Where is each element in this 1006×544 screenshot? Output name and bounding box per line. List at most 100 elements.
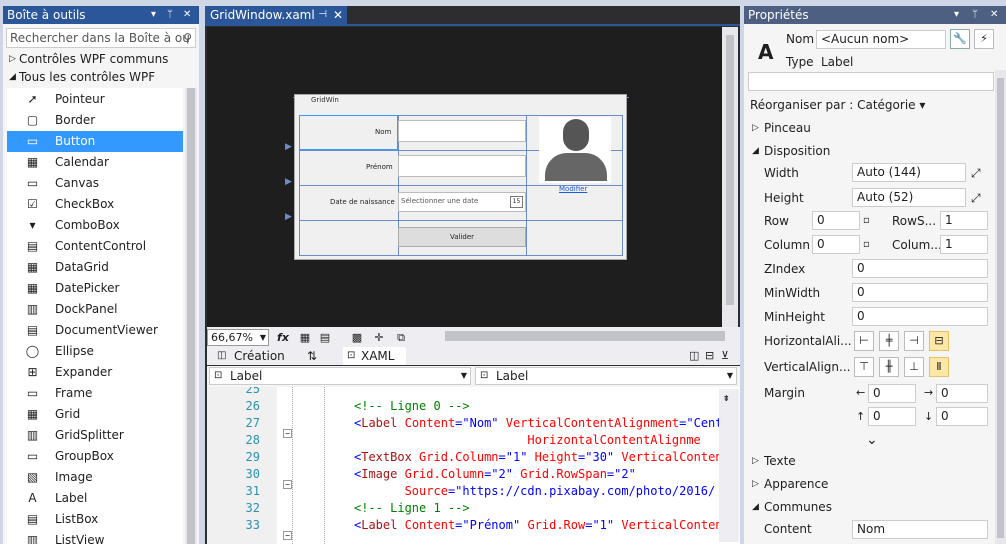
split-handle-icon[interactable]: ⇟ <box>723 391 730 404</box>
toolbox-item-listview[interactable]: ▥ ListView <box>7 530 183 544</box>
close-icon[interactable]: ✕ <box>990 6 998 24</box>
toolbox-item-ellipse[interactable]: ◯ Ellipse <box>7 341 183 362</box>
section-apparence[interactable]: ▷ Apparence <box>748 475 998 493</box>
align-top-icon[interactable]: ⊤ <box>854 357 874 377</box>
wrench-icon[interactable]: 🔧 <box>950 29 970 49</box>
minheight-input[interactable]: 0 <box>852 307 988 326</box>
modifier-link[interactable]: Modifier <box>559 185 587 193</box>
split-vertical-icon[interactable]: ◫ <box>689 347 699 365</box>
design-vscrollbar[interactable] <box>722 27 738 327</box>
arrange-by[interactable]: Réorganiser par : Catégorie ▾ <box>750 98 925 112</box>
code-line[interactable]: <Image Grid.Column="2" Grid.RowSpan="2" <box>354 466 636 483</box>
zindex-input[interactable]: 0 <box>852 259 988 278</box>
tab-xaml[interactable]: ⊡ XAML <box>343 347 407 365</box>
row-marker-icon[interactable]: ▶ <box>285 212 292 222</box>
valider-button[interactable]: Valider <box>398 227 526 247</box>
collapse-icon[interactable]: ⊻ <box>721 347 729 365</box>
category-common[interactable]: ▷ Contrôles WPF communs <box>5 50 185 69</box>
properties-search-input[interactable] <box>748 72 994 91</box>
toolbox-item-frame[interactable]: ▭ Frame <box>7 383 183 404</box>
toolbox-item-checkbox[interactable]: ☑ CheckBox <box>7 194 183 215</box>
scroll-thumb[interactable] <box>187 88 195 544</box>
name-input[interactable]: <Aucun nom> <box>816 30 946 49</box>
align-stretch-icon[interactable]: ⊟ <box>929 331 949 351</box>
code-vscrollbar[interactable]: ⇟ <box>719 389 739 542</box>
grid-icon[interactable]: ▦ <box>297 330 313 345</box>
toolbox-item-expander[interactable]: ⊞ Expander <box>7 362 183 383</box>
dropdown-icon[interactable]: ▾ <box>954 6 959 24</box>
collapse-icon[interactable]: − <box>283 480 292 489</box>
toolbox-item-pointeur[interactable]: ➚ Pointeur <box>7 89 183 110</box>
split-horizontal-icon[interactable]: ⊟ <box>705 347 714 365</box>
toolbox-search-input[interactable]: Rechercher dans la Boîte à ou ⚲ <box>6 28 196 48</box>
toolbox-item-dockpanel[interactable]: ▥ DockPanel <box>7 299 183 320</box>
code-line[interactable]: <!-- Ligne 1 --> <box>354 500 470 517</box>
section-disposition[interactable]: ◢ Disposition <box>748 142 998 160</box>
toolbox-item-button[interactable]: ▭ Button <box>7 131 183 152</box>
pin-icon[interactable]: ᛘ <box>167 6 173 24</box>
section-communes[interactable]: ◢ Communes <box>748 498 998 516</box>
toolbox-item-datagrid[interactable]: ▦ DataGrid <box>7 257 183 278</box>
toolbox-item-groupbox[interactable]: ▭ GroupBox <box>7 446 183 467</box>
design-hscrollbar[interactable] <box>445 331 725 341</box>
code-line[interactable]: <Label Content="Prénom" Grid.Row="1" Ver… <box>354 517 730 534</box>
lightning-icon[interactable]: ⚡ <box>974 29 994 49</box>
minwidth-input[interactable]: 0 <box>852 283 988 302</box>
layout-icon[interactable]: ▤ <box>317 330 333 345</box>
prenom-textbox[interactable] <box>398 155 526 177</box>
search-icon[interactable]: ⚲ <box>183 29 192 47</box>
section-texte[interactable]: ▷ Texte <box>748 452 998 470</box>
align-center-icon[interactable]: ╪ <box>879 331 899 351</box>
toolbox-item-datepicker[interactable]: ▦ DatePicker <box>7 278 183 299</box>
row-marker-icon[interactable]: ▶ <box>285 177 292 187</box>
toolbox-item-calendar[interactable]: ▦ Calendar <box>7 152 183 173</box>
row-input[interactable]: 0 <box>812 211 860 230</box>
xaml-code-editor[interactable]: − − − 25 26 <!-- Ligne 0 --> 27 <Label Conte… <box>207 387 740 544</box>
row-marker-icon[interactable]: ▶ <box>285 142 292 152</box>
calendar-icon[interactable]: 15 <box>510 196 523 208</box>
snap-grid-icon[interactable]: ▩ <box>349 330 365 345</box>
align-middle-icon[interactable]: ╫ <box>879 357 899 377</box>
toolbox-item-gridsplitter[interactable]: ▥ GridSplitter <box>7 425 183 446</box>
toolbox-scrollbar[interactable] <box>185 88 197 544</box>
column-input[interactable]: 0 <box>812 235 860 254</box>
toolbox-item-canvas[interactable]: ▭ Canvas <box>7 173 183 194</box>
dropdown-icon[interactable]: ▾ <box>151 6 156 24</box>
expand-icon[interactable]: ⤢ <box>971 187 981 209</box>
annotation-icon[interactable]: ⧉ <box>393 330 409 345</box>
zoom-select[interactable]: 66,67% ▼ <box>207 329 269 346</box>
section-pinceau[interactable]: ▷ Pinceau <box>748 119 998 137</box>
pin-icon[interactable]: ᛘ <box>972 6 978 24</box>
align-right-icon[interactable]: ⊣ <box>904 331 924 351</box>
close-icon[interactable]: ✕ <box>183 6 191 24</box>
colspan-input[interactable]: 1 <box>940 235 988 254</box>
pin-icon[interactable]: ⊣ <box>318 6 327 24</box>
chevron-down-icon[interactable]: ⌄ <box>866 432 878 448</box>
category-all[interactable]: ◢ Tous les contrôles WPF <box>5 68 185 87</box>
align-left-icon[interactable]: ⊢ <box>854 331 874 351</box>
toolbox-item-listbox[interactable]: ▤ ListBox <box>7 509 183 530</box>
collapse-icon[interactable]: − <box>283 429 292 438</box>
left-combo[interactable]: ⊡ Label ▼ <box>209 367 471 385</box>
rowspan-input[interactable]: 1 <box>940 211 988 230</box>
tab-gridwindow[interactable]: GridWindow.xaml ⊣ ✕ <box>205 6 347 24</box>
toolbox-item-border[interactable]: ▢ Border <box>7 110 183 131</box>
width-input[interactable]: Auto (144) <box>852 163 966 182</box>
code-line[interactable]: HorizontalContentAlignme <box>354 432 700 449</box>
fx-button[interactable]: fx <box>275 330 291 345</box>
swap-icon[interactable]: ⇅ <box>307 347 317 365</box>
content-input[interactable]: Nom <box>852 520 988 539</box>
wpf-window-preview[interactable]: GridWin Nom Prénom Date de naissance Sél… <box>294 94 627 260</box>
close-icon[interactable]: ✕ <box>333 6 343 24</box>
margin-left-input[interactable]: 0 <box>868 384 916 403</box>
align-bottom-icon[interactable]: ⊥ <box>904 357 924 377</box>
expand-icon[interactable]: ⤢ <box>971 162 981 184</box>
margin-right-input[interactable]: 0 <box>936 384 988 403</box>
toolbox-item-image[interactable]: ▧ Image <box>7 467 183 488</box>
code-line[interactable]: <Label Content="Nom" VerticalContentAlig… <box>354 415 730 432</box>
height-input[interactable]: Auto (52) <box>852 188 966 207</box>
margin-top-input[interactable]: 0 <box>868 407 916 426</box>
code-line[interactable]: Source="https://cdn.pixabay.com/photo/20… <box>354 483 716 500</box>
toolbox-item-combobox[interactable]: ▾ ComboBox <box>7 215 183 236</box>
toolbox-item-grid[interactable]: ▦ Grid <box>7 404 183 425</box>
